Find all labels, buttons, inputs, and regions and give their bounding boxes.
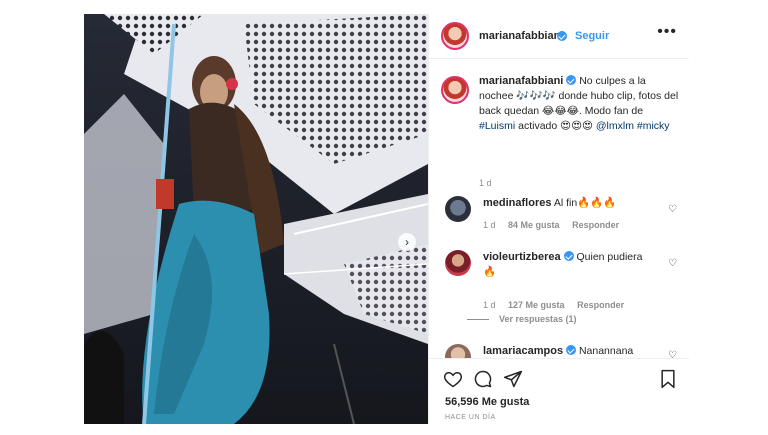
view-replies-label[interactable]: Ver respuestas (1) bbox=[499, 314, 577, 324]
comment-item: violeurtizberea Quien pudiera 🔥 1 d 127 … bbox=[445, 250, 681, 310]
comment-body: Nanannana bbox=[578, 345, 634, 357]
comment-text: lamariacampos Nanannana bbox=[483, 344, 653, 358]
caption-time[interactable]: 1 d bbox=[479, 178, 492, 188]
hashtag-link[interactable]: #Luismi bbox=[479, 120, 515, 132]
comment-avatar[interactable] bbox=[445, 344, 471, 358]
comment-meta: 1 d 127 Me gusta Responder bbox=[483, 300, 634, 310]
caption-body-2: activado 😍😍😍 bbox=[515, 120, 596, 132]
reply-button[interactable]: Responder bbox=[572, 220, 619, 230]
post-header: marianafabbiani Seguir ••• bbox=[429, 14, 689, 59]
instagram-post: › marianafabbiani Seguir ••• marianafabb… bbox=[84, 14, 689, 424]
verified-badge-icon bbox=[566, 345, 577, 355]
comment-body: Al fin🔥🔥🔥 bbox=[553, 197, 617, 209]
comment-username[interactable]: medinaflores bbox=[483, 197, 551, 209]
share-send-icon[interactable] bbox=[503, 369, 523, 389]
comment-item: medinaflores Al fin🔥🔥🔥 1 d 84 Me gusta R… bbox=[445, 196, 681, 246]
comment-text: violeurtizberea Quien pudiera 🔥 bbox=[483, 250, 653, 280]
comment-meta: 1 d 84 Me gusta Responder bbox=[483, 220, 629, 230]
avatar[interactable] bbox=[441, 22, 469, 50]
comment-username[interactable]: lamariacampos bbox=[483, 345, 563, 357]
follow-button[interactable]: Seguir bbox=[575, 30, 609, 42]
verified-badge-icon bbox=[563, 251, 574, 261]
comment-like-heart-icon[interactable]: ♡ bbox=[668, 350, 677, 358]
post-actions: 56,596 Me gusta HACE UN DÍA bbox=[429, 358, 689, 425]
comment-avatar[interactable] bbox=[445, 196, 471, 222]
post-timestamp[interactable]: HACE UN DÍA bbox=[445, 414, 496, 421]
comment-time[interactable]: 1 d bbox=[483, 300, 496, 310]
more-options-icon[interactable]: ••• bbox=[657, 24, 677, 40]
like-heart-icon[interactable] bbox=[443, 369, 463, 389]
comment-avatar[interactable] bbox=[445, 250, 471, 276]
view-replies-button[interactable]: Ver respuestas (1) bbox=[467, 314, 577, 324]
like-count[interactable]: 56,596 Me gusta bbox=[445, 396, 529, 408]
mention-link[interactable]: @lmxlm bbox=[596, 120, 634, 132]
comment-text: medinaflores Al fin🔥🔥🔥 bbox=[483, 196, 653, 211]
comment-like-heart-icon[interactable]: ♡ bbox=[668, 258, 677, 269]
caption-avatar[interactable] bbox=[441, 76, 469, 104]
bookmark-save-icon[interactable] bbox=[659, 369, 677, 389]
divider-line bbox=[467, 319, 489, 321]
comment-time[interactable]: 1 d bbox=[483, 220, 496, 230]
comment-likes[interactable]: 127 Me gusta bbox=[508, 300, 565, 310]
post-panel: marianafabbiani Seguir ••• marianafabbia… bbox=[428, 14, 689, 424]
verified-badge-icon bbox=[566, 75, 577, 85]
header-username[interactable]: marianafabbiani bbox=[479, 30, 563, 42]
comment-item: lamariacampos Nanannana ♡ bbox=[445, 344, 681, 358]
comment-likes[interactable]: 84 Me gusta bbox=[508, 220, 560, 230]
comment-username[interactable]: violeurtizberea bbox=[483, 251, 561, 263]
reply-button[interactable]: Responder bbox=[577, 300, 624, 310]
caption-text: marianafabbiani No culpes a la nochee 🎶🎶… bbox=[479, 74, 679, 134]
post-photo[interactable]: › bbox=[84, 14, 428, 424]
hashtag-link-2[interactable]: #micky bbox=[637, 120, 670, 132]
comment-bubble-icon[interactable] bbox=[473, 369, 493, 389]
photo-illustration bbox=[84, 14, 428, 424]
caption-username[interactable]: marianafabbiani bbox=[479, 75, 563, 87]
comment-like-heart-icon[interactable]: ♡ bbox=[668, 204, 677, 215]
next-photo-button[interactable]: › bbox=[398, 233, 416, 251]
verified-badge-icon bbox=[557, 31, 567, 41]
